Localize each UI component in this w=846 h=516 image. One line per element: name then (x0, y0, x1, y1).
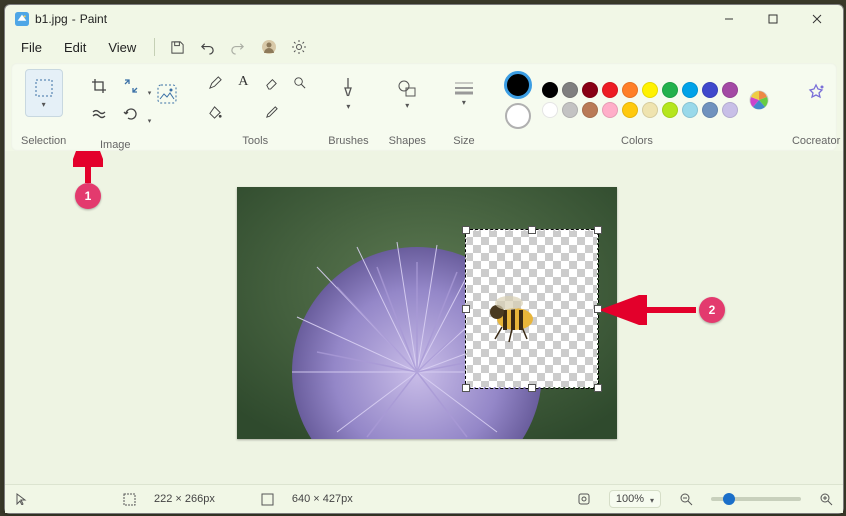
chevron-down-icon: ▾ (346, 102, 350, 111)
color-swatch[interactable] (642, 82, 658, 98)
selection-size-value: 222 × 266px (154, 493, 215, 505)
menu-view[interactable]: View (98, 36, 146, 59)
annotation-badge-2: 2 (699, 297, 725, 323)
image-label: Image (100, 139, 131, 151)
fit-screen-icon[interactable] (577, 492, 591, 506)
group-brushes: ▾ Brushes (318, 63, 378, 151)
menu-file[interactable]: File (11, 36, 52, 59)
color-row-1 (542, 82, 738, 98)
color-swatch[interactable] (702, 82, 718, 98)
undo-icon[interactable] (193, 33, 221, 61)
remove-background-icon[interactable] (152, 79, 182, 109)
group-size: ▾ Size (436, 63, 492, 151)
color-swatch[interactable] (602, 102, 618, 118)
group-colors: Colors (492, 63, 782, 151)
selection-tool[interactable]: ▾ (25, 69, 63, 117)
canvas-size-value: 640 × 427px (292, 493, 353, 505)
group-selection: ▾ Selection (11, 63, 76, 151)
color-swatch[interactable] (622, 82, 638, 98)
menubar: File Edit View (5, 33, 843, 61)
tools-label: Tools (242, 135, 268, 147)
redo-icon[interactable] (223, 33, 251, 61)
selection-label: Selection (21, 135, 66, 147)
color-swatch[interactable] (702, 102, 718, 118)
account-icon[interactable] (255, 33, 283, 61)
group-image: ▾ ▾ Image (76, 63, 192, 151)
statusbar: 222 × 266px 640 × 427px 100% ▾ (5, 484, 843, 513)
shapes-tool[interactable]: ▾ (389, 69, 425, 117)
paint-app-icon (15, 12, 29, 26)
brushes-tool[interactable]: ▾ (330, 69, 366, 117)
group-cocreator: Cocreator (782, 63, 846, 151)
cursor-icon (15, 493, 27, 505)
color-swatch[interactable] (542, 82, 558, 98)
zoom-dropdown[interactable]: 100% ▾ (609, 490, 661, 508)
resize-icon[interactable]: ▾ (118, 73, 144, 99)
rotate-icon[interactable]: ▾ (118, 101, 144, 127)
color-swatch[interactable] (582, 102, 598, 118)
settings-icon[interactable] (285, 33, 313, 61)
save-icon[interactable] (163, 33, 191, 61)
color-swatch[interactable] (642, 102, 658, 118)
ribbon: ▾ Selection ▾ ▾ Image (11, 63, 837, 151)
secondary-color[interactable] (505, 103, 531, 129)
crop-icon[interactable] (86, 73, 112, 99)
color-swatch[interactable] (622, 102, 638, 118)
color-swatch[interactable] (722, 82, 738, 98)
group-shapes: ▾ Shapes (379, 63, 436, 151)
fill-icon[interactable] (202, 99, 228, 125)
primary-color[interactable] (504, 71, 532, 99)
color-swatch[interactable] (562, 102, 578, 118)
edit-colors-icon[interactable] (748, 89, 770, 111)
size-tool[interactable]: ▾ (446, 69, 482, 117)
chevron-down-icon: ▾ (42, 100, 46, 109)
shapes-label: Shapes (389, 135, 426, 147)
selection-size-icon (123, 493, 136, 506)
zoom-in-icon[interactable] (819, 492, 833, 506)
cocreator-label: Cocreator (792, 135, 840, 147)
color-swatch[interactable] (602, 82, 618, 98)
chevron-down-icon: ▾ (462, 98, 466, 107)
group-tools: A Tools (192, 63, 318, 151)
maximize-button[interactable] (751, 5, 795, 33)
color-swatch[interactable] (542, 102, 558, 118)
generative-erase-icon[interactable] (86, 101, 112, 127)
titlebar: b1.jpg - Paint (5, 5, 843, 33)
pencil-icon[interactable] (202, 69, 228, 95)
window-title-filename: b1.jpg (35, 12, 68, 26)
color-swatch[interactable] (722, 102, 738, 118)
color-swatch[interactable] (582, 82, 598, 98)
chevron-down-icon: ▾ (405, 101, 409, 110)
canvas[interactable] (237, 187, 617, 439)
menu-edit[interactable]: Edit (54, 36, 96, 59)
color-picker-icon[interactable] (258, 99, 284, 125)
eraser-icon[interactable] (258, 69, 284, 95)
color-swatch[interactable] (682, 82, 698, 98)
zoom-slider[interactable] (711, 497, 801, 501)
color-swatch[interactable] (662, 102, 678, 118)
paint-window: b1.jpg - Paint File Edit View ▾ Selectio… (4, 4, 844, 514)
cocreator-tool[interactable] (798, 69, 834, 117)
minimize-button[interactable] (707, 5, 751, 33)
zoom-value: 100% (616, 493, 644, 505)
colors-label: Colors (621, 135, 653, 147)
close-button[interactable] (795, 5, 839, 33)
color-swatch[interactable] (562, 82, 578, 98)
canvas-area[interactable]: 1 2 (5, 151, 843, 484)
chevron-down-icon: ▾ (650, 496, 654, 505)
magnifier-icon[interactable] (286, 69, 312, 95)
size-label: Size (453, 135, 474, 147)
color-swatch[interactable] (682, 102, 698, 118)
zoom-out-icon[interactable] (679, 492, 693, 506)
window-title-appname: Paint (80, 12, 107, 26)
color-swatch[interactable] (662, 82, 678, 98)
color-row-2 (542, 102, 738, 118)
brushes-label: Brushes (328, 135, 368, 147)
selection-marquee[interactable] (465, 229, 599, 389)
text-icon[interactable]: A (230, 69, 256, 95)
canvas-size-icon (261, 493, 274, 506)
annotation-badge-1: 1 (75, 183, 101, 209)
